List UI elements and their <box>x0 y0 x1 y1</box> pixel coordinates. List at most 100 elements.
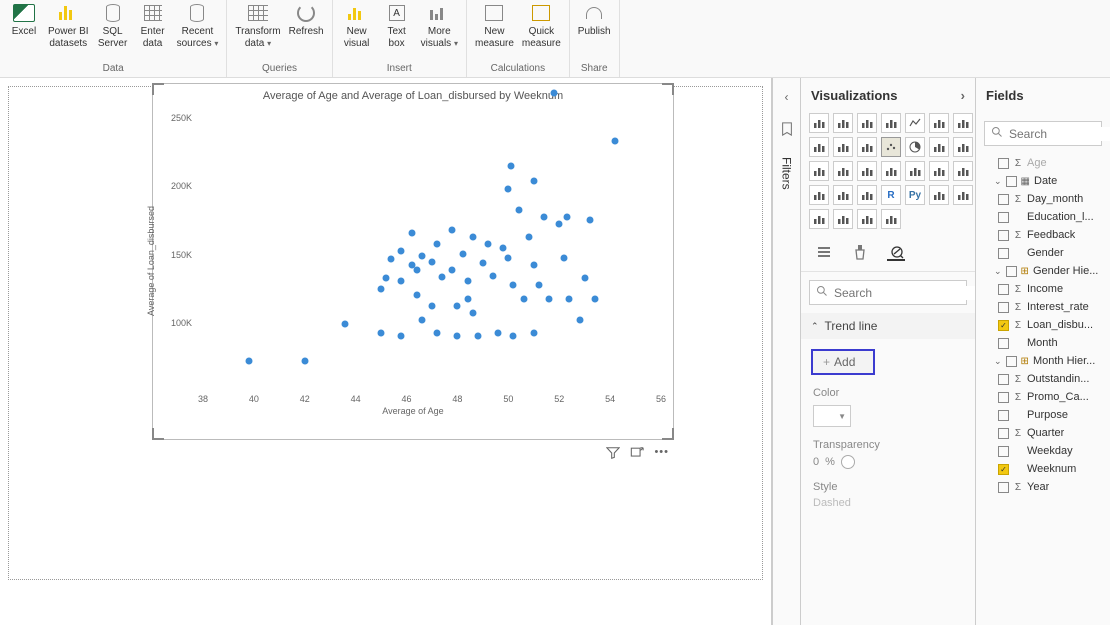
data-point[interactable] <box>546 295 553 302</box>
data-point[interactable] <box>563 213 570 220</box>
data-point[interactable] <box>459 250 466 257</box>
trend-line-color-picker[interactable]: ▼ <box>813 405 851 427</box>
data-point[interactable] <box>586 216 593 223</box>
recent-sources-button[interactable]: Recentsources ▾ <box>173 0 223 61</box>
data-point[interactable] <box>449 227 456 234</box>
more-visuals-button[interactable]: Morevisuals ▾ <box>417 0 462 61</box>
data-point[interactable] <box>581 275 588 282</box>
field-checkbox[interactable] <box>998 446 1009 457</box>
transparency-reset-button[interactable] <box>841 455 855 469</box>
fields-tab-icon[interactable] <box>815 243 833 261</box>
viz-type-py-visual[interactable]: Py <box>905 185 925 205</box>
data-point[interactable] <box>429 302 436 309</box>
data-point[interactable] <box>566 295 573 302</box>
format-tab-icon[interactable] <box>851 243 869 261</box>
viz-type-multi-card[interactable] <box>929 161 949 181</box>
viz-type-pie[interactable] <box>905 137 925 157</box>
data-point[interactable] <box>500 245 507 252</box>
data-point[interactable] <box>510 282 517 289</box>
data-point[interactable] <box>342 320 349 327</box>
viz-type-powerapps[interactable] <box>881 209 901 229</box>
field-monthhier[interactable]: ⌄⊞Month Hier... <box>976 352 1110 370</box>
more-options-icon[interactable]: ••• <box>654 446 669 463</box>
powerbi-datasets-button[interactable]: Power BIdatasets <box>44 0 93 61</box>
field-checkbox[interactable] <box>998 158 1009 169</box>
data-point[interactable] <box>454 332 461 339</box>
filters-pane-label[interactable]: Filters <box>780 157 794 190</box>
field-feedback[interactable]: ΣFeedback <box>976 226 1110 244</box>
viz-type-waterfall[interactable] <box>857 137 877 157</box>
viz-type-matrix[interactable] <box>857 185 877 205</box>
data-point[interactable] <box>464 295 471 302</box>
viz-search-box[interactable] <box>809 280 967 305</box>
data-point[interactable] <box>388 256 395 263</box>
resize-handle-br[interactable] <box>662 428 674 440</box>
data-point[interactable] <box>507 163 514 170</box>
report-canvas[interactable]: Average of Age and Average of Loan_disbu… <box>0 78 772 625</box>
viz-type-line-stacked[interactable] <box>833 137 853 157</box>
field-income[interactable]: ΣIncome <box>976 280 1110 298</box>
data-point[interactable] <box>383 275 390 282</box>
data-point[interactable] <box>469 309 476 316</box>
viz-type-area[interactable] <box>929 113 949 133</box>
data-point[interactable] <box>515 206 522 213</box>
new-visual-button[interactable]: Newvisual <box>337 0 377 61</box>
viz-type-treemap[interactable] <box>953 137 973 157</box>
field-checkbox[interactable] <box>998 320 1009 331</box>
data-point[interactable] <box>398 248 405 255</box>
resize-handle-tr[interactable] <box>662 83 674 95</box>
viz-type-r-visual[interactable]: R <box>881 185 901 205</box>
data-point[interactable] <box>535 282 542 289</box>
data-point[interactable] <box>525 234 532 241</box>
field-gender[interactable]: Gender <box>976 244 1110 262</box>
data-point[interactable] <box>490 272 497 279</box>
quick-measure-button[interactable]: Quickmeasure <box>518 0 565 61</box>
field-outstandin[interactable]: ΣOutstandin... <box>976 370 1110 388</box>
data-point[interactable] <box>418 253 425 260</box>
viz-type-funnel[interactable] <box>857 161 877 181</box>
data-point[interactable] <box>530 178 537 185</box>
field-age[interactable]: ΣAge <box>976 154 1110 172</box>
data-point[interactable] <box>530 330 537 337</box>
viz-type-scatter[interactable] <box>881 137 901 157</box>
viz-type-clustered-bar[interactable] <box>833 113 853 133</box>
resize-handle-tl[interactable] <box>152 83 164 95</box>
field-day_month[interactable]: ΣDay_month <box>976 190 1110 208</box>
expand-filters-icon[interactable]: ‹ <box>785 90 789 104</box>
field-checkbox[interactable] <box>998 428 1009 439</box>
viz-type-stacked-column[interactable] <box>857 113 877 133</box>
new-measure-button[interactable]: Newmeasure <box>471 0 518 61</box>
data-point[interactable] <box>540 213 547 220</box>
data-point[interactable] <box>469 234 476 241</box>
viz-type-stacked-bar[interactable] <box>809 113 829 133</box>
data-point[interactable] <box>612 138 619 145</box>
data-point[interactable] <box>530 261 537 268</box>
viz-type-table[interactable] <box>833 185 853 205</box>
viz-type-key-influencers[interactable] <box>929 185 949 205</box>
data-point[interactable] <box>434 241 441 248</box>
field-checkbox[interactable] <box>998 230 1009 241</box>
field-checkbox[interactable] <box>998 284 1009 295</box>
field-year[interactable]: ΣYear <box>976 478 1110 496</box>
field-date[interactable]: ⌄▦Date <box>976 172 1110 190</box>
field-checkbox[interactable] <box>998 464 1009 475</box>
data-point[interactable] <box>245 357 252 364</box>
data-point[interactable] <box>510 332 517 339</box>
fields-search-box[interactable] <box>984 121 1102 146</box>
data-point[interactable] <box>449 267 456 274</box>
data-point[interactable] <box>301 357 308 364</box>
filter-icon[interactable] <box>606 446 620 463</box>
field-month[interactable]: Month <box>976 334 1110 352</box>
field-checkbox[interactable] <box>998 410 1009 421</box>
field-checkbox[interactable] <box>998 338 1009 349</box>
collapse-viz-icon[interactable]: › <box>961 88 965 103</box>
field-loan_disbu[interactable]: ΣLoan_disbu... <box>976 316 1110 334</box>
data-point[interactable] <box>408 230 415 237</box>
viz-type-card[interactable] <box>905 161 925 181</box>
viz-type-map[interactable] <box>809 161 829 181</box>
viz-type-decomposition[interactable] <box>953 185 973 205</box>
scatter-visual[interactable]: Average of Age and Average of Loan_disbu… <box>152 83 674 440</box>
field-quarter[interactable]: ΣQuarter <box>976 424 1110 442</box>
data-point[interactable] <box>464 278 471 285</box>
publish-button[interactable]: Publish <box>574 0 615 61</box>
